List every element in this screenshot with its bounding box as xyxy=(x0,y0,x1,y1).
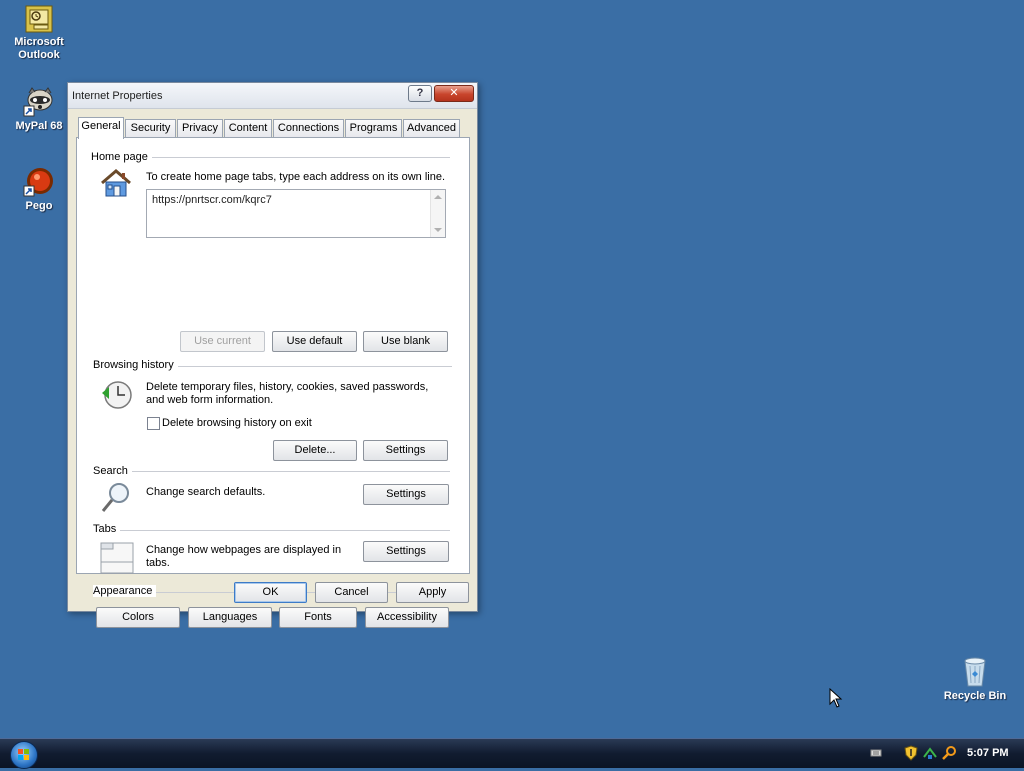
home-page-description: To create home page tabs, type each addr… xyxy=(146,171,446,183)
divider xyxy=(93,530,450,531)
tab-general[interactable]: General xyxy=(78,117,124,139)
close-icon: ✕ xyxy=(449,87,459,99)
apply-button[interactable]: Apply xyxy=(396,582,469,603)
desktop-icon-outlook[interactable]: Microsoft Outlook xyxy=(2,4,76,62)
appearance-heading: Appearance xyxy=(93,585,157,597)
use-blank-button[interactable]: Use blank xyxy=(363,331,448,352)
cancel-button[interactable]: Cancel xyxy=(315,582,388,603)
search-description: Change search defaults. xyxy=(146,486,266,498)
desktop-icon-label: Microsoft xyxy=(14,36,64,48)
scroll-up-icon[interactable] xyxy=(434,195,442,199)
system-tray: 5:07 PM xyxy=(860,739,1024,769)
browsing-history-heading: Browsing history xyxy=(93,359,178,371)
desktop-icon-label: Pego xyxy=(25,200,53,212)
dialog-title-bar[interactable]: Internet Properties ? ✕ xyxy=(68,83,477,109)
desktop-icon-pego[interactable]: Pego xyxy=(2,166,76,213)
tabs-description-line1: Change how webpages are displayed in xyxy=(146,544,342,556)
desktop-icon-recycle-bin[interactable]: Recycle Bin xyxy=(938,656,1012,703)
search-magnifier-icon xyxy=(101,483,129,512)
tabs-window-icon xyxy=(100,542,134,574)
home-page-scrollbar[interactable] xyxy=(430,190,445,237)
recycle-bin-icon xyxy=(964,657,986,687)
home-page-heading: Home page xyxy=(91,151,152,163)
taskbar-clock[interactable]: 5:07 PM xyxy=(967,747,1009,759)
desktop-icon-label: MyPal 68 xyxy=(15,120,63,132)
tab-security[interactable]: Security xyxy=(125,119,176,138)
desktop-icon-label: Recycle Bin xyxy=(943,690,1007,702)
accessibility-button[interactable]: Accessibility xyxy=(365,607,449,628)
tab-programs[interactable]: Programs xyxy=(345,119,402,138)
home-page-address-value: https://pnrtscr.com/kqrc7 xyxy=(152,194,272,206)
search-icon[interactable] xyxy=(942,745,958,761)
history-settings-button[interactable]: Settings xyxy=(363,440,448,461)
tabs-settings-button[interactable]: Settings xyxy=(363,541,449,562)
help-icon: ? xyxy=(416,87,424,99)
mouse-cursor-icon xyxy=(829,688,843,708)
mypal-icon xyxy=(23,87,53,117)
languages-button[interactable]: Languages xyxy=(188,607,272,628)
ok-button[interactable]: OK xyxy=(234,582,307,603)
scroll-down-icon[interactable] xyxy=(434,228,442,232)
taskbar: 5:07 PM xyxy=(0,738,1024,769)
tab-privacy[interactable]: Privacy xyxy=(177,119,223,138)
network-icon[interactable] xyxy=(922,745,938,761)
delete-on-exit-checkbox[interactable] xyxy=(147,417,160,430)
home-page-icon xyxy=(101,169,131,197)
internet-properties-dialog: Internet Properties ? ✕ General Security… xyxy=(67,82,478,628)
search-settings-button[interactable]: Settings xyxy=(363,484,449,505)
general-tab-panel: Home page To create home page tabs, type… xyxy=(76,137,470,628)
outlook-icon xyxy=(25,5,53,33)
start-button[interactable] xyxy=(10,741,38,769)
tabs-description-line2: tabs. xyxy=(146,557,170,569)
browsing-history-description-line2: and web form information. xyxy=(146,394,274,406)
pego-icon xyxy=(23,168,53,197)
divider xyxy=(93,471,450,472)
history-clock-icon xyxy=(102,381,132,409)
desktop-icon-label: Outlook xyxy=(18,49,60,61)
home-page-address-input[interactable]: https://pnrtscr.com/kqrc7 xyxy=(146,189,446,238)
desktop-icon-mypal[interactable]: MyPal 68 xyxy=(2,86,76,133)
browsing-history-description-line1: Delete temporary files, history, cookies… xyxy=(146,381,429,393)
tab-content[interactable]: Content xyxy=(224,119,272,138)
close-button[interactable]: ✕ xyxy=(434,85,474,102)
delete-history-button[interactable]: Delete... xyxy=(273,440,357,461)
search-heading: Search xyxy=(93,465,132,477)
delete-on-exit-label[interactable]: Delete browsing history on exit xyxy=(162,417,312,430)
use-default-button[interactable]: Use default xyxy=(272,331,357,352)
help-button[interactable]: ? xyxy=(408,85,432,102)
keyboard-icon[interactable] xyxy=(870,747,882,759)
colors-button[interactable]: Colors xyxy=(96,607,180,628)
windows-logo-icon xyxy=(18,749,29,760)
tabs-heading: Tabs xyxy=(93,523,121,535)
dialog-title: Internet Properties xyxy=(72,90,163,102)
tab-advanced[interactable]: Advanced xyxy=(403,119,460,138)
use-current-button[interactable]: Use current xyxy=(180,331,265,352)
tab-connections[interactable]: Connections xyxy=(273,119,344,138)
fonts-button[interactable]: Fonts xyxy=(279,607,357,628)
shield-icon[interactable] xyxy=(904,745,918,761)
